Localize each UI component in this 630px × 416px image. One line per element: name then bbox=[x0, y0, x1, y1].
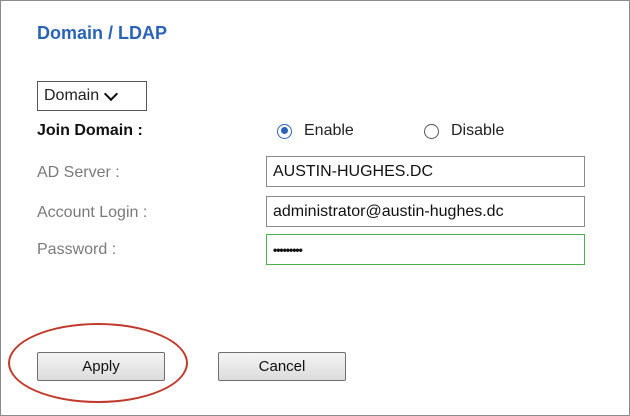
enable-radio[interactable]: Enable bbox=[277, 122, 354, 140]
account-login-label: Account Login : bbox=[37, 204, 148, 221]
cancel-button[interactable]: Cancel bbox=[218, 352, 346, 381]
settings-panel: Domain / LDAP Domain Join Domain : Enabl… bbox=[0, 0, 630, 416]
password-value: ••••••••• bbox=[273, 242, 303, 257]
mode-select-value: Domain bbox=[44, 87, 100, 104]
account-login-input[interactable]: administrator@austin-hughes.dc bbox=[266, 196, 585, 227]
disable-radio-label: Disable bbox=[451, 122, 505, 139]
mode-select[interactable]: Domain bbox=[37, 81, 147, 111]
chevron-down-icon bbox=[104, 86, 119, 101]
radio-unselected-icon bbox=[424, 123, 439, 139]
ad-server-value: AUSTIN-HUGHES.DC bbox=[273, 162, 434, 180]
password-label: Password : bbox=[37, 241, 117, 258]
annotation-circle bbox=[8, 323, 188, 403]
password-input[interactable]: ••••••••• bbox=[266, 234, 585, 265]
ad-server-label: AD Server : bbox=[37, 164, 120, 181]
page-title: Domain / LDAP bbox=[37, 23, 168, 43]
ad-server-input[interactable]: AUSTIN-HUGHES.DC bbox=[266, 156, 585, 187]
disable-radio[interactable]: Disable bbox=[424, 122, 504, 140]
join-domain-label: Join Domain : bbox=[37, 122, 143, 139]
enable-radio-label: Enable bbox=[304, 122, 354, 139]
radio-selected-icon bbox=[277, 123, 292, 139]
account-login-value: administrator@austin-hughes.dc bbox=[273, 202, 504, 220]
